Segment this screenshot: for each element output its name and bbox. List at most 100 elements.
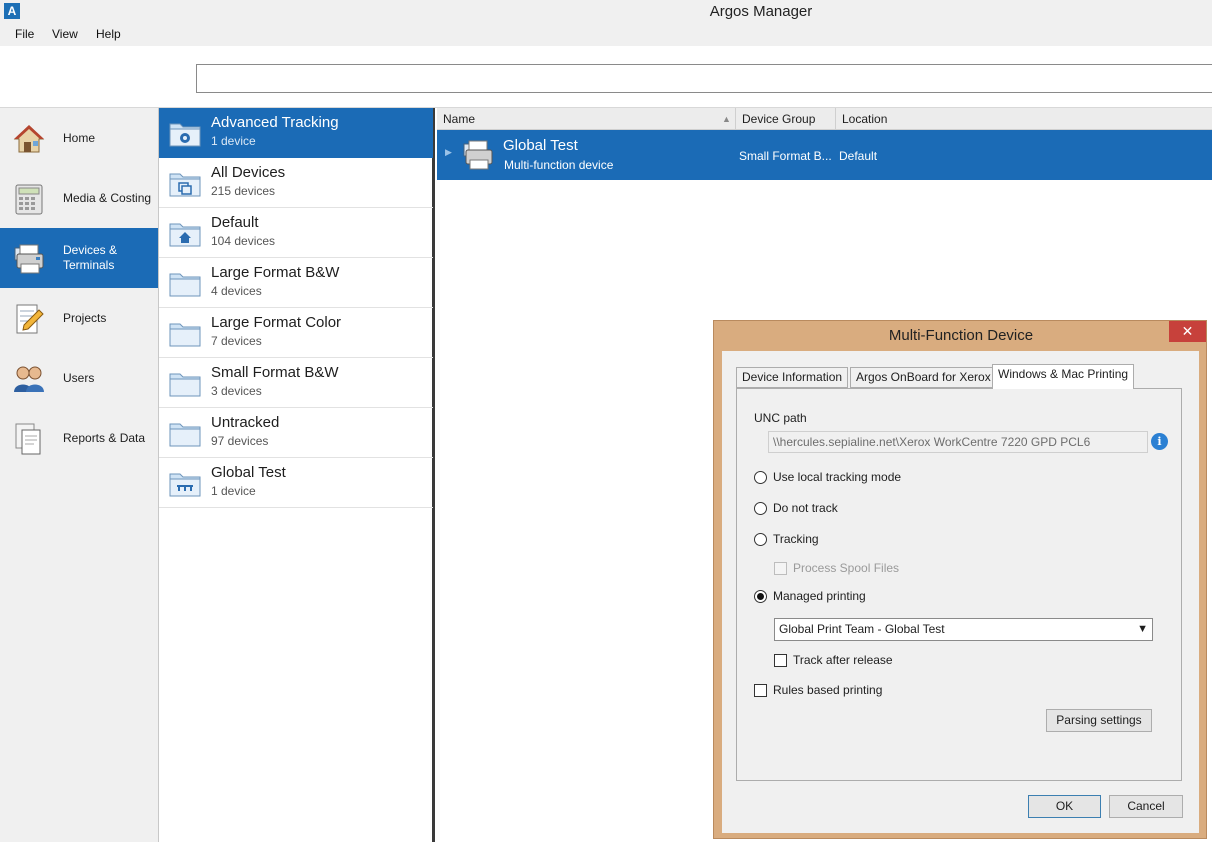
label-process-spool-files: Process Spool Files [793,561,900,575]
table-header: Name ▲ Device Group Location [437,108,1212,130]
tab-windows-mac-printing[interactable]: Windows & Mac Printing [992,364,1135,389]
tab-device-information[interactable]: Device Information [736,367,849,388]
group-name: Global Test [211,464,286,481]
column-header-label: Name [443,112,476,126]
group-item[interactable]: Default 104 devices [159,208,433,258]
folder-icon [169,273,201,297]
nav-label-media-costing: Media & Costing [63,191,152,205]
dialog-body: Device Information Argos OnBoard for Xer… [722,351,1199,833]
group-item[interactable]: Global Test 1 device [159,458,433,508]
group-count: 7 devices [211,334,262,348]
checkbox-rules-based-printing[interactable] [754,684,767,697]
nav-label-users: Users [63,371,95,385]
home-icon [13,125,45,153]
nav-label-reports-data: Reports & Data [63,431,146,445]
label-rules-based-printing: Rules based printing [773,683,883,697]
tab-panel: UNC path \\hercules.sepialine.net\Xerox … [736,388,1182,781]
info-icon[interactable]: i [1151,433,1168,450]
checkbox-process-spool-files[interactable] [774,562,787,575]
expand-arrow-icon[interactable]: ▶ [445,147,452,158]
printer-icon [14,244,44,274]
nav-item-projects[interactable]: Projects [0,288,158,348]
device-name: Global Test [503,137,578,154]
nav-item-home[interactable]: Home [0,108,158,168]
radio-do-not-track[interactable] [754,502,767,515]
chevron-down-icon: ▼ [1137,623,1148,635]
folder-icon [169,323,201,347]
table-row[interactable]: ▶ Global Test Multi-function device Smal… [437,130,1212,180]
label-do-not-track: Do not track [773,501,838,515]
multifunction-printer-icon [463,140,493,170]
column-header-name[interactable]: Name ▲ [437,108,736,130]
gear-folder-icon [169,123,201,147]
group-item[interactable]: Small Format B&W 3 devices [159,358,433,408]
unc-path-label: UNC path [754,411,807,425]
checkbox-track-after-release[interactable] [774,654,787,667]
nav-item-reports-data[interactable]: Reports & Data [0,408,158,468]
menu-bar: File View Help [0,23,1212,46]
label-track-after-release: Track after release [793,653,893,667]
toolbar [0,46,1212,108]
folder-icon [169,373,201,397]
cancel-button[interactable]: Cancel [1109,795,1183,818]
radio-managed-printing[interactable] [754,590,767,603]
device-group-list: Advanced Tracking 1 device All Devices 2… [158,108,435,842]
report-icon [15,423,41,455]
group-item[interactable]: Large Format Color 7 devices [159,308,433,358]
column-header-location[interactable]: Location [836,108,1212,130]
label-tracking: Tracking [773,532,819,546]
title-bar: A Argos Manager [0,0,1212,23]
group-count: 1 device [211,134,256,148]
group-item[interactable]: Untracked 97 devices [159,408,433,458]
multi-function-device-dialog: Multi-Function Device ✕ Device Informati… [713,320,1207,839]
device-type: Multi-function device [504,158,614,172]
nav-label-projects: Projects [63,311,107,325]
group-count: 1 device [211,484,256,498]
group-count: 215 devices [211,184,276,198]
group-name: Advanced Tracking [211,114,339,131]
group-name: All Devices [211,164,286,181]
sort-ascending-icon: ▲ [722,114,731,124]
nav-item-media-costing[interactable]: Media & Costing [0,168,158,228]
radio-local-tracking[interactable] [754,471,767,484]
group-item[interactable]: Advanced Tracking 1 device [159,108,433,158]
radio-tracking[interactable] [754,533,767,546]
print-team-select[interactable]: Global Print Team - Global Test ▼ [774,618,1153,641]
device-location-cell: Default [839,149,878,163]
nav-label-devices-terminals: Devices & Terminals [63,243,118,272]
group-name: Small Format B&W [211,364,339,381]
group-count: 97 devices [211,434,269,448]
menu-help[interactable]: Help [96,27,121,41]
ok-button[interactable]: OK [1028,795,1101,818]
dialog-title: Multi-Function Device [888,327,1034,344]
menu-view[interactable]: View [52,27,78,41]
nav-label-home: Home [63,131,96,145]
group-item[interactable]: Large Format B&W 4 devices [159,258,433,308]
folder-icon [169,423,201,447]
group-name: Large Format B&W [211,264,340,281]
select-value: Global Print Team - Global Test [779,622,945,636]
device-group-cell: Small Format B... [739,149,832,163]
main-navigation: Home Media & Costing Devices & Terminals [0,108,158,842]
search-input[interactable] [196,64,1212,93]
group-name: Untracked [211,414,280,431]
tab-argos-onboard[interactable]: Argos OnBoard for Xerox [850,367,997,388]
stack-folder-icon [169,173,201,197]
parsing-settings-button[interactable]: Parsing settings [1046,709,1152,732]
window-title: Argos Manager [709,3,813,20]
unc-path-field[interactable]: \\hercules.sepialine.net\Xerox WorkCentr… [768,431,1148,453]
users-icon [14,366,44,392]
home-folder-icon [169,223,201,247]
pencil-document-icon [16,304,44,334]
group-name: Large Format Color [211,314,342,331]
group-count: 3 devices [211,384,262,398]
close-button[interactable]: ✕ [1169,321,1206,342]
group-count: 104 devices [211,234,276,248]
group-item[interactable]: All Devices 215 devices [159,158,433,208]
menu-file[interactable]: File [15,27,34,41]
nav-item-devices-terminals[interactable]: Devices & Terminals [0,228,158,288]
column-header-device-group[interactable]: Device Group [736,108,836,130]
calculator-icon [15,184,43,215]
nav-item-users[interactable]: Users [0,348,158,408]
label-local-tracking: Use local tracking mode [773,470,902,484]
